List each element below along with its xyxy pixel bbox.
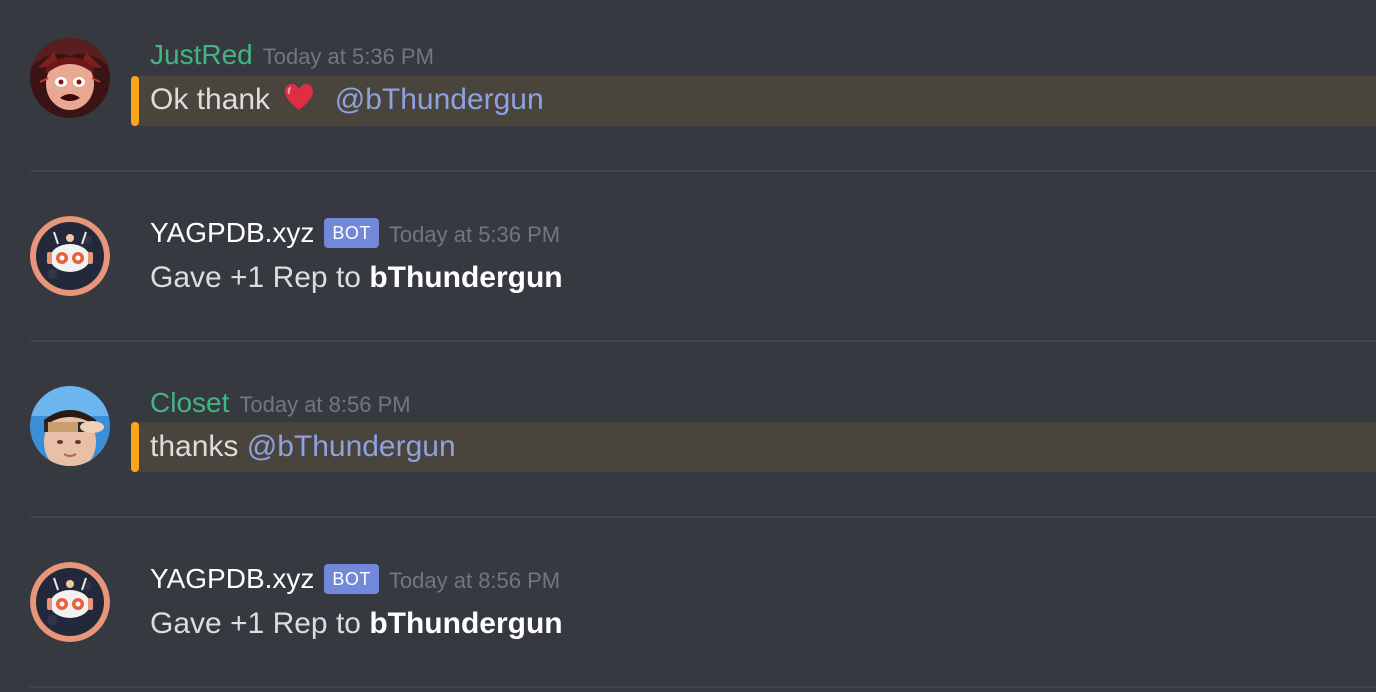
message-text: Ok thank — [150, 83, 271, 116]
avatar-justred[interactable] — [30, 38, 110, 118]
timestamp[interactable]: Today at 5:36 PM — [263, 44, 434, 70]
message-header: Closet Today at 8:56 PM — [150, 386, 411, 420]
robot-avatar-icon — [30, 216, 110, 296]
bot-tag: BOT — [324, 218, 379, 248]
avatar-yagpdb[interactable] — [30, 562, 110, 642]
timestamp[interactable]: Today at 8:56 PM — [239, 392, 410, 418]
message-content: Gave +1 Rep to bThundergun — [150, 256, 563, 300]
mention-highlight-bar — [131, 422, 139, 472]
message-header: JustRed Today at 5:36 PM — [150, 38, 434, 72]
message-text: Gave +1 Rep to — [150, 261, 370, 294]
timestamp[interactable]: Today at 8:56 PM — [389, 568, 560, 594]
message-divider — [30, 340, 1376, 342]
message-divider — [30, 516, 1376, 518]
username[interactable]: Closet — [150, 386, 229, 420]
message-header: YAGPDB.xyz BOT Today at 5:36 PM — [150, 216, 560, 250]
message-content: thanks @bThundergun — [150, 425, 456, 469]
username[interactable]: YAGPDB.xyz — [150, 562, 314, 596]
message-content: Ok thank @bThundergun — [150, 78, 544, 124]
avatar-photo-icon — [30, 386, 110, 466]
user-mention[interactable]: @bThundergun — [247, 430, 456, 463]
message-content: Gave +1 Rep to bThundergun — [150, 602, 563, 646]
robot-avatar-icon — [30, 562, 110, 642]
message-text: Gave +1 Rep to — [150, 607, 370, 640]
avatar-yagpdb[interactable] — [30, 216, 110, 296]
chat-messages: JustRed Today at 5:36 PM Ok thank @bThun… — [0, 0, 1376, 692]
bold-username: bThundergun — [369, 261, 563, 294]
username[interactable]: YAGPDB.xyz — [150, 216, 314, 250]
avatar-closet[interactable] — [30, 386, 110, 466]
mention-highlight-bar — [131, 76, 139, 126]
bold-username: bThundergun — [369, 607, 563, 640]
message-divider — [30, 170, 1376, 172]
message-text: thanks — [150, 430, 247, 463]
timestamp[interactable]: Today at 5:36 PM — [389, 222, 560, 248]
username[interactable]: JustRed — [150, 38, 253, 72]
user-mention[interactable]: @bThundergun — [335, 83, 544, 116]
message-header: YAGPDB.xyz BOT Today at 8:56 PM — [150, 562, 560, 596]
message-divider — [30, 686, 1376, 688]
heart-emoji-icon — [284, 80, 314, 124]
bot-tag: BOT — [324, 564, 379, 594]
avatar-anime-icon — [30, 38, 110, 118]
